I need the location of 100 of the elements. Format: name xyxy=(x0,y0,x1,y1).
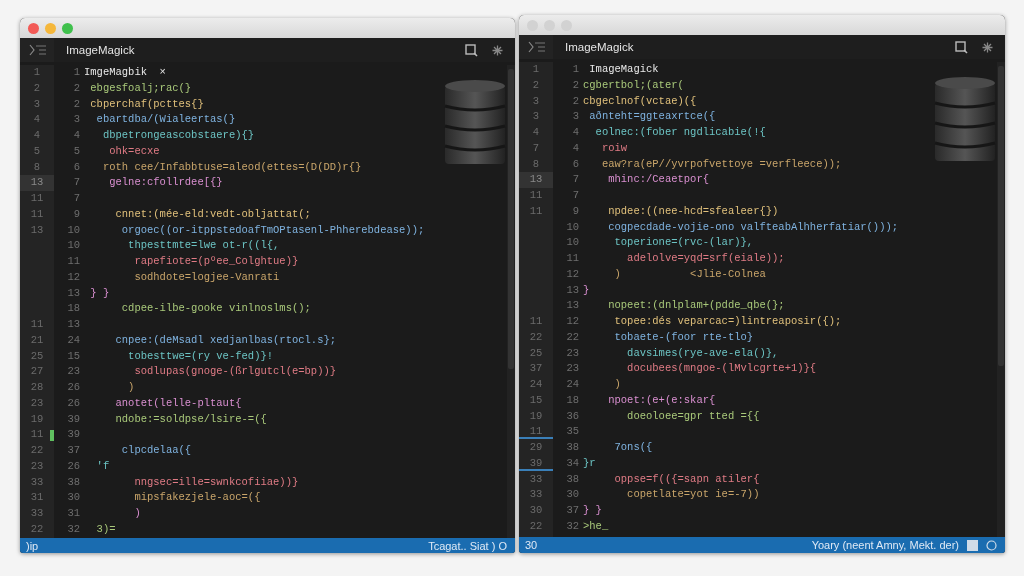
line-number: 22 xyxy=(565,329,579,345)
line-number: 18 xyxy=(66,301,80,317)
code-line: davsimes(rye-ave-ela()}, xyxy=(626,345,779,361)
line-number: 13 xyxy=(565,298,579,314)
line-number: 9 xyxy=(72,206,80,222)
code-line: ebgesfoalj;rac(} xyxy=(89,80,192,96)
scrollbar[interactable] xyxy=(507,65,515,538)
line-number: 19 xyxy=(30,412,44,425)
line-number: 22 xyxy=(529,330,543,343)
code-line: nopeet:(dnlplam+(pdde_qbe(}; xyxy=(607,298,785,314)
list-icon[interactable] xyxy=(534,42,545,52)
list-icon[interactable] xyxy=(35,45,46,55)
code-line: 7ons({ xyxy=(613,440,653,455)
circle-icon[interactable] xyxy=(986,539,997,551)
line-number: 30 xyxy=(529,504,543,516)
code-line: thpesttmte=lwe ot-r((l{, xyxy=(127,238,280,254)
line-number: 3 xyxy=(33,97,41,110)
line-number: 31 xyxy=(66,506,80,521)
line-number: 2 xyxy=(571,93,579,109)
scrollbar-thumb[interactable] xyxy=(508,69,514,369)
line-number: 2 xyxy=(72,96,80,112)
line-number: 22 xyxy=(30,444,44,456)
line-number: 37 xyxy=(529,362,543,375)
code-line: 3)= xyxy=(95,521,116,537)
line-number: 29 xyxy=(529,441,543,453)
code-line: mipsfakezjele-aoc=({ xyxy=(133,490,261,506)
line-number: 4 xyxy=(571,125,579,140)
line-number: 39 xyxy=(529,456,543,469)
line-number: 38 xyxy=(565,440,579,455)
line-number: 33 xyxy=(30,475,44,488)
scrollbar-thumb[interactable] xyxy=(998,66,1004,366)
zoom-button[interactable] xyxy=(62,22,73,34)
code-line: cnpee:(deMsadl xedjanlbas(rtocl.s}; xyxy=(114,332,337,348)
line-number: 23 xyxy=(565,345,579,361)
line-number: 3 xyxy=(571,109,579,125)
line-number: 1 xyxy=(33,66,41,78)
line-number: 12 xyxy=(66,269,80,285)
code-line: npdee:((nee-hcd=sfealeer{}) xyxy=(607,203,779,219)
line-number: 36 xyxy=(565,408,579,424)
line-number: 26 xyxy=(66,395,80,411)
line-number: 15 xyxy=(66,348,80,364)
line-number: 8 xyxy=(532,157,540,170)
line-number: 13 xyxy=(529,173,543,186)
line-number: 26 xyxy=(66,380,80,395)
code-line: cnnet:(mée-eld:vedt-obljattat(; xyxy=(114,206,311,222)
search-icon[interactable] xyxy=(465,43,478,57)
close-button[interactable] xyxy=(527,19,538,31)
line-number: 33 xyxy=(529,472,543,485)
line-number: 4 xyxy=(33,129,41,141)
code-line: dbpetrongeascobstaere){} xyxy=(101,128,255,143)
search-icon[interactable] xyxy=(955,40,968,54)
code-line: }r xyxy=(582,455,596,471)
line-number: 4 xyxy=(571,140,579,156)
square-icon[interactable] xyxy=(967,539,978,551)
code-line: sodhdote=logjee-Vanrati xyxy=(133,269,280,285)
code-line: ) xyxy=(613,377,621,392)
editor-title: ImageMagick xyxy=(65,44,136,56)
code-line: ndobe:=soldpse/lsire-=({ xyxy=(114,411,267,427)
chevron-icon[interactable] xyxy=(28,44,35,56)
line-number: 39 xyxy=(66,411,80,427)
minimize-button[interactable] xyxy=(45,22,56,34)
line-number: 22 xyxy=(529,519,543,532)
code-line: sodlupas(gnoge-(ßrlgutcl(e=bp))} xyxy=(133,364,337,380)
line-number: 23 xyxy=(30,459,44,472)
line-number: 4 xyxy=(33,113,41,126)
line-number: 35 xyxy=(565,424,579,440)
code-line: topee:dés veparcac=)lintreaposir({); xyxy=(613,314,842,329)
minimize-button[interactable] xyxy=(544,19,555,31)
line-number: 24 xyxy=(529,378,543,390)
line-number: 33 xyxy=(529,488,543,501)
close-button[interactable] xyxy=(28,22,39,34)
line-number: 9 xyxy=(571,203,579,219)
line-number: 11 xyxy=(30,207,44,220)
settings-icon[interactable] xyxy=(492,44,503,56)
chevron-icon[interactable] xyxy=(527,41,534,53)
code-line: cogpecdade-vojie-ono valfteabAlhherfatiar())); xyxy=(607,219,899,235)
code-line: copetlate=yot ie=-7)) xyxy=(626,487,760,503)
line-number: 10 xyxy=(66,238,80,254)
line-number: 11 xyxy=(529,189,543,201)
line-number: 24 xyxy=(565,377,579,392)
settings-icon[interactable] xyxy=(982,41,993,53)
code-line: adelolve=yqd=srf(eiale)); xyxy=(626,251,785,266)
scrollbar[interactable] xyxy=(997,62,1005,537)
line-number: 33 xyxy=(30,507,44,519)
line-number: 5 xyxy=(33,144,41,157)
line-number: 11 xyxy=(30,192,44,204)
line-number: 39 xyxy=(66,427,80,443)
code-line: tobaete-(foor rte-tlo} xyxy=(613,329,754,345)
line-number: 13 xyxy=(30,176,44,189)
code-line: roth cee/Infabbtuse=aleod(ettes=(D(DD)r{} xyxy=(101,159,362,175)
zoom-button[interactable] xyxy=(561,19,572,31)
line-number: 11 xyxy=(66,254,80,269)
line-number: 32 xyxy=(66,521,80,537)
line-number: 23 xyxy=(565,361,579,377)
line-number: 2 xyxy=(532,78,540,91)
line-number: 1 xyxy=(72,65,80,80)
status-text: 30 xyxy=(525,539,539,551)
code-line: roiw xyxy=(600,140,628,156)
code-line: ImageMagick xyxy=(588,62,659,77)
line-number: 31 xyxy=(30,491,44,504)
